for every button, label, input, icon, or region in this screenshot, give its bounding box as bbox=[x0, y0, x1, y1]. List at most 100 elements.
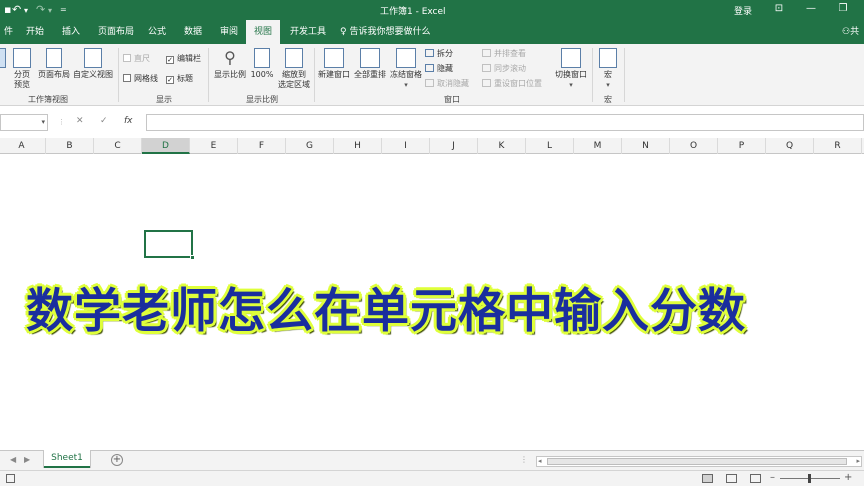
zoom-out-icon[interactable]: – bbox=[770, 472, 775, 483]
custom-views-icon bbox=[84, 48, 102, 68]
scroll-left-icon[interactable]: ◂ bbox=[538, 457, 542, 465]
add-sheet-button[interactable]: + bbox=[111, 454, 123, 466]
ribbon-display-options-icon[interactable]: ⊡ bbox=[772, 3, 786, 15]
prev-sheet-icon[interactable]: ◀ bbox=[10, 455, 16, 464]
custom-views-button[interactable]: 自定义视图 bbox=[72, 48, 114, 80]
column-header-e[interactable]: E bbox=[190, 138, 238, 154]
customize-qat-icon[interactable]: = bbox=[60, 5, 67, 14]
column-header-h[interactable]: H bbox=[334, 138, 382, 154]
restore-icon[interactable]: ❐ bbox=[836, 3, 850, 15]
macros-button[interactable]: 宏 ▾ bbox=[596, 48, 620, 90]
zoom-100-button[interactable]: 100% bbox=[250, 48, 274, 80]
headings-checkbox[interactable]: ✓ 标题 bbox=[166, 73, 193, 84]
column-header-p[interactable]: P bbox=[718, 138, 766, 154]
zoom-button[interactable]: ⚲ 显示比例 bbox=[212, 48, 248, 80]
column-header-r[interactable]: R bbox=[814, 138, 862, 154]
tab-splitter-icon[interactable]: ⋮ bbox=[520, 455, 528, 464]
new-window-button[interactable]: 新建窗口 bbox=[316, 48, 352, 80]
name-box-dropdown-icon[interactable]: ▾ bbox=[41, 118, 45, 126]
hide-button[interactable]: 隐藏 bbox=[425, 63, 453, 74]
share-button[interactable]: ⚇共 bbox=[842, 20, 859, 44]
tab-view[interactable]: 视图 bbox=[246, 20, 280, 44]
unhide-button[interactable]: 取消隐藏 bbox=[425, 78, 469, 89]
zoom-to-selection-button[interactable]: 缩放到 选定区域 bbox=[276, 48, 312, 90]
view-side-by-side-button[interactable]: 并排查看 bbox=[482, 48, 526, 59]
split-icon bbox=[425, 49, 434, 57]
normal-view-icon bbox=[0, 48, 6, 68]
side-by-side-icon bbox=[482, 49, 491, 57]
page-layout-view-icon[interactable] bbox=[726, 474, 737, 483]
tab-file[interactable]: 件 bbox=[0, 20, 17, 44]
tab-developer[interactable]: 开发工具 bbox=[286, 20, 330, 44]
redo-dropdown-icon[interactable]: ▾ bbox=[48, 6, 52, 15]
split-button[interactable]: 拆分 bbox=[425, 48, 453, 59]
cancel-entry-icon[interactable]: ✕ bbox=[76, 116, 84, 126]
reset-position-button[interactable]: 重设窗口位置 bbox=[482, 78, 542, 89]
column-header-q[interactable]: Q bbox=[766, 138, 814, 154]
column-header-i[interactable]: I bbox=[382, 138, 430, 154]
column-header-j[interactable]: J bbox=[430, 138, 478, 154]
normal-view-icon[interactable] bbox=[702, 474, 713, 483]
group-separator bbox=[592, 48, 593, 102]
formula-bar: ▾ ⋮ ✕ ✓ fx bbox=[0, 112, 864, 134]
formula-bar-checkbox[interactable]: ✓ 编辑栏 bbox=[166, 53, 201, 64]
ribbon-view: 分页 预览 页面布局 自定义视图 工作簿视图 直尺 网格线 ✓ 编辑栏 ✓ 标题 显… bbox=[0, 44, 864, 106]
gridlines-checkbox[interactable]: 网格线 bbox=[123, 73, 158, 84]
hide-label: 隐藏 bbox=[437, 64, 453, 73]
minimize-icon[interactable]: — bbox=[804, 3, 818, 15]
sync-scroll-button[interactable]: 同步滚动 bbox=[482, 63, 526, 74]
tab-page-layout[interactable]: 页面布局 bbox=[94, 20, 138, 44]
custom-views-label: 自定义视图 bbox=[73, 70, 113, 79]
redo-icon[interactable]: ↷ bbox=[36, 3, 45, 16]
column-header-a[interactable]: A bbox=[0, 138, 46, 154]
scroll-right-icon[interactable]: ▸ bbox=[856, 457, 860, 465]
tab-home[interactable]: 开始 bbox=[22, 20, 48, 44]
scrollbar-thumb[interactable] bbox=[547, 458, 847, 465]
name-box[interactable]: ▾ bbox=[0, 114, 48, 131]
column-header-b[interactable]: B bbox=[46, 138, 94, 154]
column-header-f[interactable]: F bbox=[238, 138, 286, 154]
tab-formulas[interactable]: 公式 bbox=[144, 20, 170, 44]
enter-entry-icon[interactable]: ✓ bbox=[100, 116, 108, 126]
formula-input[interactable] bbox=[146, 114, 864, 131]
tab-data[interactable]: 数据 bbox=[180, 20, 206, 44]
page-layout-button[interactable]: 页面布局 bbox=[36, 48, 72, 80]
zoom-slider-thumb[interactable] bbox=[808, 474, 811, 483]
undo-icon[interactable]: ↶ bbox=[12, 3, 21, 16]
person-icon: ⚇ bbox=[842, 27, 851, 37]
new-window-label: 新建窗口 bbox=[318, 70, 350, 79]
reset-position-label: 重设窗口位置 bbox=[494, 79, 542, 88]
fill-handle[interactable] bbox=[190, 255, 195, 260]
next-sheet-icon[interactable]: ▶ bbox=[24, 455, 30, 464]
column-header-n[interactable]: N bbox=[622, 138, 670, 154]
column-header-m[interactable]: M bbox=[574, 138, 622, 154]
insert-function-icon[interactable]: fx bbox=[124, 116, 133, 126]
macro-record-icon[interactable] bbox=[6, 474, 15, 483]
zoom-in-icon[interactable]: + bbox=[844, 472, 852, 483]
arrange-all-button[interactable]: 全部重排 bbox=[352, 48, 388, 80]
column-header-o[interactable]: O bbox=[670, 138, 718, 154]
column-header-k[interactable]: K bbox=[478, 138, 526, 154]
page-break-preview-button[interactable]: 分页 预览 bbox=[10, 48, 34, 90]
ruler-checkbox[interactable]: 直尺 bbox=[123, 53, 150, 64]
login-link[interactable]: 登录 bbox=[734, 4, 752, 17]
page-break-view-icon[interactable] bbox=[750, 474, 761, 483]
tab-insert[interactable]: 插入 bbox=[58, 20, 84, 44]
tab-review[interactable]: 审阅 bbox=[216, 20, 242, 44]
horizontal-scrollbar[interactable]: ◂ ▸ bbox=[536, 456, 862, 467]
undo-dropdown-icon[interactable]: ▾ bbox=[24, 6, 28, 15]
column-header-c[interactable]: C bbox=[94, 138, 142, 154]
active-cell[interactable] bbox=[144, 230, 195, 260]
column-header-g[interactable]: G bbox=[286, 138, 334, 154]
column-header-l[interactable]: L bbox=[526, 138, 574, 154]
save-icon[interactable]: ▪ bbox=[4, 3, 11, 16]
sheet-tab-sheet1[interactable]: Sheet1 bbox=[44, 450, 90, 468]
formula-bar-resize-icon[interactable]: ⋮ bbox=[58, 118, 65, 126]
gridlines-label: 网格线 bbox=[134, 74, 158, 83]
normal-view-button[interactable] bbox=[0, 48, 6, 70]
column-header-d[interactable]: D bbox=[142, 138, 190, 154]
freeze-panes-button[interactable]: 冻结窗格 ▾ bbox=[388, 48, 424, 90]
switch-windows-button[interactable]: 切换窗口 ▾ bbox=[552, 48, 590, 90]
tell-me-search[interactable]: ♀ 告诉我你想要做什么 bbox=[340, 20, 430, 44]
headings-check-icon: ✓ bbox=[166, 76, 174, 84]
